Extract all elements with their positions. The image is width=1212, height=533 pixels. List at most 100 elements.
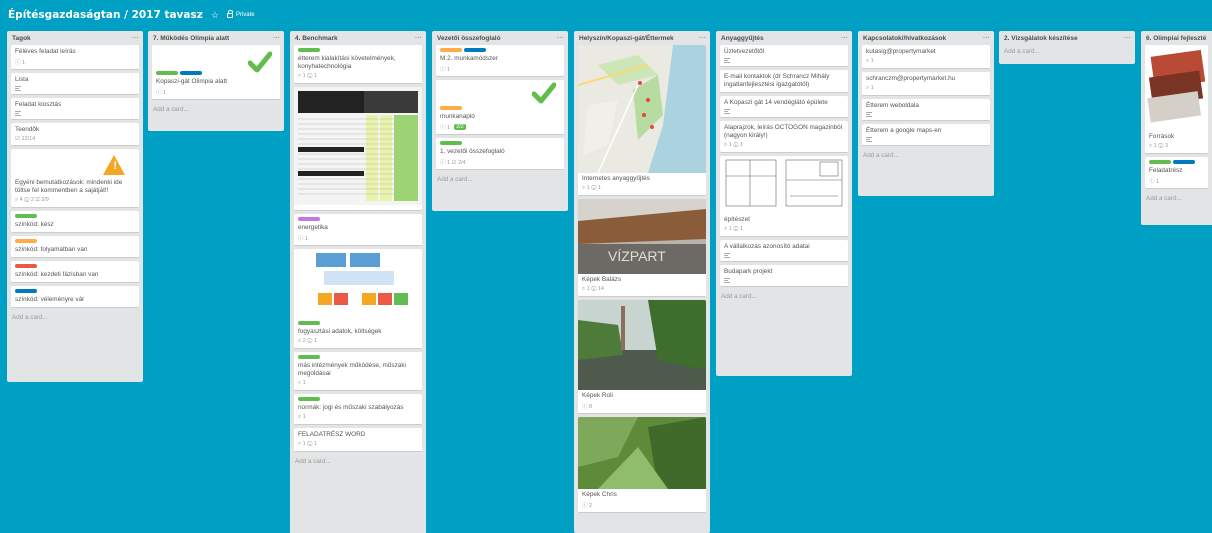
card[interactable]: Internetes anyaggyűjtés ⌕ 1 ⓘ 1: [577, 45, 706, 196]
card[interactable]: 1. vezetői összefoglaló ⓘ 1 ☑ 2/4: [436, 138, 564, 170]
card-badges: ⓘ 2: [582, 503, 593, 509]
card[interactable]: Feladatrész ⓘ 1: [1145, 157, 1208, 189]
card[interactable]: más intézmények működése, műszaki megold…: [294, 352, 422, 391]
list-title[interactable]: Anyaggyűjtés: [721, 35, 764, 42]
card-badges: ⓘ 1: [15, 60, 26, 66]
list-menu-icon[interactable]: ···: [841, 35, 848, 42]
list-menu-icon[interactable]: ···: [1124, 35, 1131, 42]
star-icon[interactable]: ☆: [211, 10, 219, 21]
card[interactable]: Képek Chris ⓘ 2: [578, 417, 706, 513]
list-header: 7. Működés Olimpia alatt ···: [152, 31, 280, 45]
list-title[interactable]: 2. Vizsgálatok készítése: [1004, 35, 1078, 42]
card[interactable]: Feladat kiosztás: [11, 98, 139, 120]
card[interactable]: Étterem a google maps-en: [862, 124, 990, 146]
list-vizsgalatok: 2. Vizsgálatok készítése ··· Add a card.…: [999, 31, 1135, 64]
list-tagok: Tagok ··· Féléves feladat leírás ⓘ 1 Lis…: [7, 31, 143, 382]
card[interactable]: építészet ⌕ 1 ⓘ 1: [720, 156, 848, 237]
label-orange: [15, 239, 37, 243]
card[interactable]: Üzletvezetőtől: [720, 45, 848, 67]
card-title: Alaprajzok, leírás OCTOGON magazinból (n…: [724, 124, 843, 139]
card[interactable]: normák: jogi és műszaki szabályozás ⌕ 1: [294, 394, 422, 425]
list-title[interactable]: Tagok: [12, 35, 31, 42]
card[interactable]: Féléves feladat leírás ⓘ 1: [11, 45, 139, 70]
card[interactable]: Források ⌕ 1 ⓘ 3: [1145, 45, 1208, 154]
card[interactable]: E-mail kontaktok (dr Schrancz Mihály ing…: [720, 70, 848, 93]
card[interactable]: Alaprajzok, leírás OCTOGON magazinból (n…: [720, 121, 848, 153]
add-card-button[interactable]: Add a card...: [294, 455, 422, 468]
visibility-button[interactable]: Private: [226, 9, 255, 18]
card-title: E-mail kontaktok (dr Schrancz Mihály ing…: [724, 73, 830, 88]
card[interactable]: A vállalkozás azonosító adatai: [720, 240, 848, 262]
add-card-button[interactable]: Add a card...: [436, 173, 564, 186]
card[interactable]: Kopaszi-gát Olimpia alatt ⓘ 1: [152, 45, 280, 100]
card[interactable]: schranczm@propertymarket.hu ⌕ 1: [862, 72, 990, 96]
add-card-button[interactable]: Add a card...: [1145, 192, 1208, 205]
list-header: Helyszín/Kopaszi-gát/Éttermek ···: [578, 31, 706, 45]
card-badges: ⌕ 1: [866, 58, 874, 64]
description-icon: [724, 109, 730, 114]
list-header: Vezetői összefoglaló ···: [436, 31, 564, 45]
card[interactable]: Budapark projekt: [720, 265, 848, 287]
card[interactable]: A Kopaszi gát 14 vendéglátó épülete: [720, 96, 848, 118]
card-badges: ⓘ 1: [1149, 179, 1160, 185]
card[interactable]: energetika ⓘ 1: [294, 214, 422, 246]
card[interactable]: kutasig@propertymarket ⌕ 1: [862, 45, 990, 69]
card[interactable]: étterem kialakítási követelmények, konyh…: [294, 45, 422, 84]
diagram-image: [294, 249, 422, 319]
photo-image: [578, 300, 706, 390]
label-green: [440, 141, 462, 145]
list-benchmark: 4. Benchmark ··· étterem kialakítási köv…: [290, 31, 426, 533]
add-card-button[interactable]: Add a card...: [1003, 45, 1131, 58]
board-title[interactable]: Építésgazdaságtan / 2017 tavasz: [8, 9, 203, 21]
card[interactable]: színkód: folyamatban van: [11, 236, 139, 258]
card-badges: ⌕ 1 ⓘ 1: [724, 142, 743, 148]
card[interactable]: VÍZPART Képek Balázs ⌕ 1 ⓘ 14: [578, 199, 706, 297]
list-title[interactable]: Helyszín/Kopaszi-gát/Éttermek: [579, 35, 674, 42]
label-orange: [440, 48, 462, 52]
card[interactable]: fogyasztási adatok, költségek ⌕ 2 ⓘ 1: [294, 249, 422, 349]
list-menu-icon[interactable]: ···: [273, 35, 280, 42]
list-menu-icon[interactable]: ···: [557, 35, 564, 42]
add-card-button[interactable]: Add a card...: [720, 290, 848, 303]
list-title[interactable]: 6. Olimpiai fejleszté: [1146, 35, 1206, 42]
label-blue: [464, 48, 486, 52]
list-vezetoi: Vezetői összefoglaló ··· M.2. munkamódsz…: [432, 31, 568, 211]
card[interactable]: FELADATRÉSZ WORD ⌕ 1 ⓘ 1: [294, 428, 422, 452]
card[interactable]: színkód: véleményre vár: [11, 286, 139, 308]
card-title: 1. vezetői összefoglaló: [440, 148, 505, 155]
lock-icon: [226, 9, 233, 18]
card[interactable]: Étterem weboldala: [862, 99, 990, 121]
card[interactable]: Teendők ☑ 12/14: [11, 123, 139, 146]
card[interactable]: ! Egyéni bemutatkozások: mindenki ide tö…: [11, 149, 139, 208]
card[interactable]: Lista: [11, 73, 139, 95]
spreadsheet-image: [294, 87, 422, 205]
list-menu-icon[interactable]: ···: [699, 35, 706, 42]
card[interactable]: M.2. munkamódszer ⓘ 1: [436, 45, 564, 77]
card[interactable]: munkanapló ⓘ 1 2/2: [436, 80, 564, 135]
add-card-button[interactable]: Add a card...: [152, 103, 280, 116]
add-card-button[interactable]: Add a card...: [862, 149, 990, 162]
add-card-button[interactable]: Add a card...: [11, 311, 139, 324]
list-menu-icon[interactable]: ···: [415, 35, 422, 42]
list-title[interactable]: Vezetői összefoglaló: [437, 35, 501, 42]
list-title[interactable]: Kapcsolatok//hivatkozások: [863, 35, 946, 42]
label-purple: [298, 217, 320, 221]
list-menu-icon[interactable]: ···: [983, 35, 990, 42]
description-icon: [15, 86, 21, 91]
list-header: Anyaggyűjtés ···: [720, 31, 848, 45]
card-title: Feladat kiosztás: [15, 101, 62, 108]
card[interactable]: [294, 87, 422, 211]
label-green: [15, 214, 37, 218]
card-title: energetika: [298, 224, 328, 231]
list-title[interactable]: 7. Működés Olimpia alatt: [153, 35, 229, 42]
checklist-badge: 2/2: [454, 124, 466, 130]
card-title: fogyasztási adatok, költségek: [298, 328, 382, 335]
list-header: 4. Benchmark ···: [294, 31, 422, 45]
card[interactable]: színkód: kezdeti fázisban van: [11, 261, 139, 283]
list-title[interactable]: 4. Benchmark: [295, 35, 338, 42]
card-title: építészet: [724, 216, 750, 223]
list-menu-icon[interactable]: ···: [132, 35, 139, 42]
card[interactable]: színkód: kész: [11, 211, 139, 233]
card-badges: ⓘ 1: [440, 125, 451, 131]
card[interactable]: Képek Roli ⓘ 8: [578, 300, 706, 414]
